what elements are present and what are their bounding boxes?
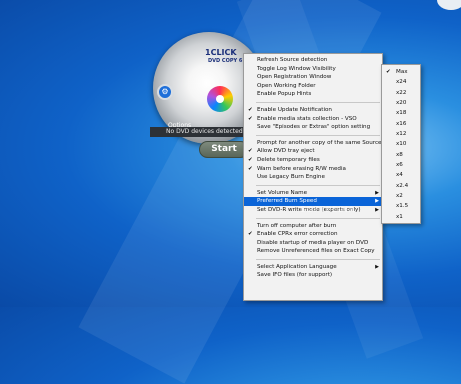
menu-item[interactable]: ✔ Enable CPRx error correction bbox=[244, 230, 382, 239]
speed-option[interactable]: x8 bbox=[382, 150, 420, 160]
menu-separator bbox=[256, 184, 380, 186]
burn-speed-submenu: ✔ Max x24 x22 x20 x18 x16 x12 x10 x8 x6 x… bbox=[381, 64, 421, 224]
speed-option[interactable]: x2.4 bbox=[382, 181, 420, 191]
menu-item[interactable]: Save IFO files (for support) bbox=[244, 271, 382, 280]
menu-item[interactable]: Set Volume Name ▶ bbox=[244, 189, 382, 198]
check-icon: ✔ bbox=[386, 69, 391, 75]
menu-item[interactable]: Open Working Folder bbox=[244, 82, 382, 91]
menu-separator bbox=[256, 101, 380, 103]
menu-item[interactable]: ✔ Warn before erasing R/W media bbox=[244, 165, 382, 174]
submenu-arrow-icon: ▶ bbox=[375, 189, 379, 196]
menu-item[interactable]: Enable Popup Hints bbox=[244, 90, 382, 99]
speed-option[interactable]: x10 bbox=[382, 139, 420, 149]
speed-option[interactable]: x1.5 bbox=[382, 201, 420, 211]
menu-item[interactable]: Select Application Language ▶ bbox=[244, 263, 382, 272]
disc-logo-icon bbox=[207, 86, 233, 112]
submenu-arrow-icon: ▶ bbox=[375, 206, 379, 213]
speed-option[interactable]: x6 bbox=[382, 160, 420, 170]
context-menu: Refresh Source detection Toggle Log Wind… bbox=[243, 53, 383, 301]
check-icon: ✔ bbox=[248, 156, 253, 163]
menu-item[interactable]: ✔ Enable Update Notification bbox=[244, 106, 382, 115]
menu-item[interactable]: Turn off computer after burn bbox=[244, 222, 382, 231]
app-title: 1CLICK bbox=[205, 48, 237, 57]
menu-item[interactable]: ✔ Enable media stats collection - VSO bbox=[244, 115, 382, 124]
check-icon: ✔ bbox=[248, 106, 253, 113]
check-icon: ✔ bbox=[248, 231, 253, 238]
menu-separator bbox=[256, 217, 380, 219]
menu-item[interactable]: Save "Episodes or Extras" option setting bbox=[244, 123, 382, 132]
menu-item[interactable]: ✔ Delete temporary files bbox=[244, 156, 382, 165]
watermark: SOFTPEDIA bbox=[300, 205, 356, 214]
gear-icon[interactable]: ⚙ bbox=[157, 84, 173, 100]
speed-option[interactable]: x12 bbox=[382, 129, 420, 139]
speed-option[interactable]: x20 bbox=[382, 98, 420, 108]
start-button[interactable]: Start bbox=[199, 141, 249, 158]
speed-option[interactable]: x4 bbox=[382, 170, 420, 180]
menu-item[interactable]: Disable startup of media player on DVD bbox=[244, 239, 382, 248]
speed-option[interactable]: x1 bbox=[382, 212, 420, 222]
submenu-arrow-icon: ▶ bbox=[375, 263, 379, 270]
status-bar: No DVD devices detected bbox=[150, 127, 250, 137]
menu-item[interactable]: Use Legacy Burn Engine bbox=[244, 173, 382, 182]
app-subtitle: DVD COPY 6 bbox=[208, 58, 243, 64]
menu-item[interactable]: Prompt for another copy of the same Sour… bbox=[244, 139, 382, 148]
menu-separator bbox=[256, 258, 380, 260]
speed-option[interactable]: x22 bbox=[382, 88, 420, 98]
check-icon: ✔ bbox=[248, 115, 253, 122]
speed-option[interactable]: x2 bbox=[382, 191, 420, 201]
menu-item[interactable]: Refresh Source detection bbox=[244, 56, 382, 65]
menu-item[interactable]: ✔ Allow DVD tray eject bbox=[244, 147, 382, 156]
check-icon: ✔ bbox=[248, 148, 253, 155]
speed-option[interactable]: x24 bbox=[382, 77, 420, 87]
corner-shape bbox=[437, 0, 461, 10]
menu-item[interactable]: Open Registration Window bbox=[244, 73, 382, 82]
menu-item[interactable]: Toggle Log Window Visibility bbox=[244, 65, 382, 74]
menu-item[interactable]: Remove Unreferenced files on Exact Copy bbox=[244, 247, 382, 256]
menu-separator bbox=[256, 134, 380, 136]
check-icon: ✔ bbox=[248, 165, 253, 172]
speed-option[interactable]: ✔ Max bbox=[382, 67, 420, 77]
speed-option[interactable]: x18 bbox=[382, 108, 420, 118]
submenu-arrow-icon: ▶ bbox=[375, 198, 379, 205]
speed-option[interactable]: x16 bbox=[382, 119, 420, 129]
